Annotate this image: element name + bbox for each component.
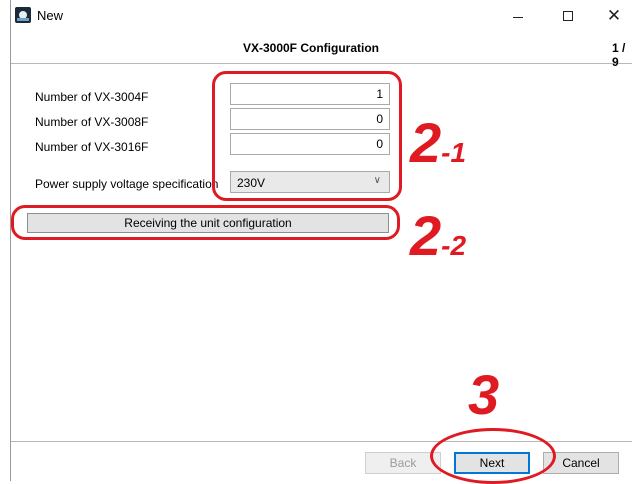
page-indicator: 1 / 9 — [612, 41, 626, 69]
vx3004f-label: Number of VX-3004F — [35, 90, 149, 104]
step-3-label: 3 — [468, 363, 500, 426]
page-header: VX-3000F Configuration 1 / 9 — [11, 32, 632, 69]
page-title: VX-3000F Configuration — [242, 41, 379, 55]
callout-ring-receive — [11, 205, 400, 240]
step-2-2-label: 2-2 — [410, 204, 467, 267]
callout-ring-fields — [212, 71, 402, 201]
callout-ring-next — [430, 428, 556, 484]
step-2-1-label: 2-1 — [410, 111, 467, 174]
window-title: New — [37, 8, 64, 23]
vx3016f-label: Number of VX-3016F — [35, 140, 149, 154]
close-icon: ✕ — [606, 6, 622, 25]
vx3008f-label: Number of VX-3008F — [35, 115, 149, 129]
close-button[interactable]: ✕ — [591, 0, 632, 32]
minimize-button[interactable] — [495, 0, 541, 32]
title-bar[interactable]: New ✕ — [11, 0, 632, 32]
voltage-label: Power supply voltage specification — [35, 177, 219, 191]
app-icon — [15, 7, 31, 23]
minimize-icon — [513, 16, 523, 18]
maximize-icon — [563, 11, 573, 21]
maximize-button[interactable] — [545, 0, 591, 32]
